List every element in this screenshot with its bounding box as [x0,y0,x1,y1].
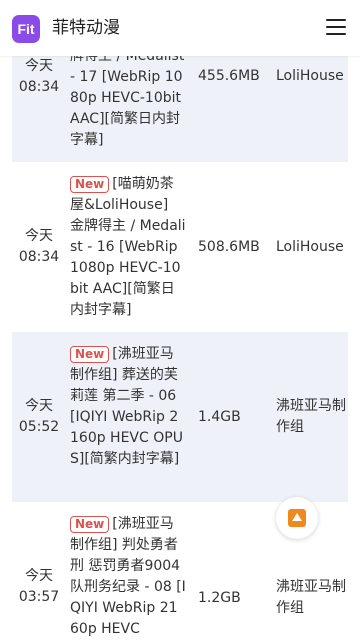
item-title-text: [沸班亚马制作组] 葬送的芙莉莲 第二季 - 06 [IQIYI WebRip … [70,346,183,467]
scroll-to-top-button[interactable] [276,497,318,539]
list-item[interactable]: 今天 05:52 New [沸班亚马制作组] 葬送的芙莉莲 第二季 - 06 [I… [12,332,348,502]
menu-line [326,33,346,35]
publish-time: 今天 03:57 [18,568,60,605]
new-badge: New [70,176,110,193]
scroll-to-top-icon [288,509,306,527]
new-badge: New [70,516,110,533]
release-group[interactable]: 沸班亚马制作组 [276,577,346,619]
release-group[interactable]: LoliHouse [276,237,346,258]
release-group[interactable]: LoliHouse [276,66,346,87]
file-size: 1.4GB [198,409,241,425]
publish-time: 今天 08:34 [18,58,60,95]
item-title[interactable]: New [沸班亚马制作组] 葬送的芙莉莲 第二季 - 06 [IQIYI WebR… [70,344,186,470]
app-title: 菲特动漫 [52,18,120,38]
menu-line [326,19,346,21]
new-badge: New [70,346,110,363]
file-size: 455.6MB [198,68,260,84]
item-title[interactable]: New [沸班亚马制作组] 判处勇者刑 惩罚勇者9004队刑务纪录 - 08 [I… [70,514,186,640]
item-title[interactable]: New [喵萌奶茶屋&LoliHouse] 金牌得主 / Medalist - 1… [70,174,186,321]
app-header: Fit 菲特动漫 [0,0,360,56]
app-logo[interactable]: Fit [12,15,40,43]
hamburger-menu-icon[interactable] [326,19,346,37]
file-size: 1.2GB [198,590,241,606]
item-title-text: [喵萌奶茶屋&LoliHouse] 金牌得主 / Medalist - 16 [… [70,176,186,318]
list-item[interactable]: 今天 08:34 牌得主 / Medalist - 17 [WebRip 108… [12,42,348,162]
release-group[interactable]: 沸班亚马制作组 [276,396,346,438]
file-size: 508.6MB [198,239,260,255]
menu-line [326,26,346,28]
publish-time: 今天 05:52 [18,398,60,435]
publish-time: 今天 08:34 [18,228,60,265]
item-title-text: [沸班亚马制作组] 判处勇者刑 惩罚勇者9004队刑务纪录 - 08 [IQIY… [70,516,186,637]
item-title[interactable]: 牌得主 / Medalist - 17 [WebRip 1080p HEVC-1… [70,46,186,151]
list-item[interactable]: 今天 08:34 New [喵萌奶茶屋&LoliHouse] 金牌得主 / Med… [12,162,348,332]
